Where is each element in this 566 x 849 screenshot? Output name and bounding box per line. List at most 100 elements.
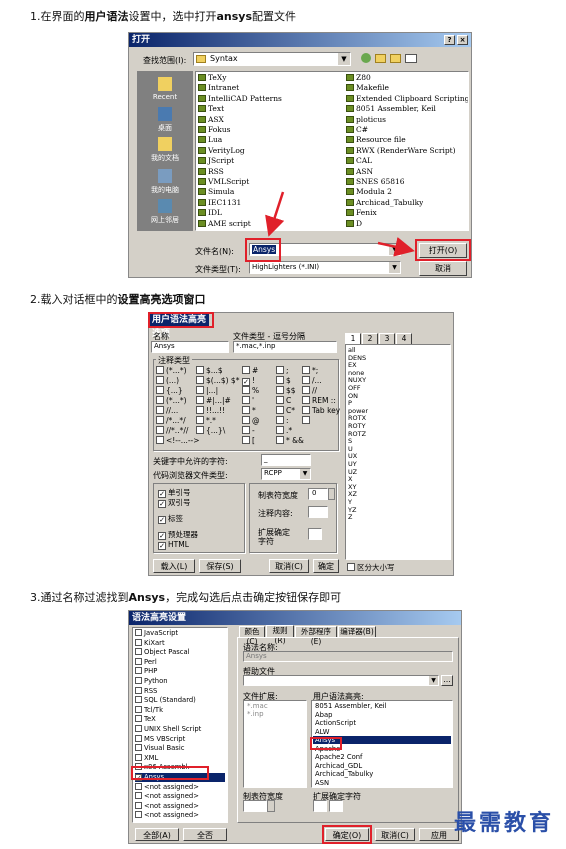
comment-checkbox[interactable]: # xyxy=(242,366,258,376)
cancel-button[interactable]: 取消(C) xyxy=(375,828,415,841)
checkbox-box[interactable] xyxy=(196,426,204,434)
checkbox-box[interactable] xyxy=(276,396,284,404)
checkbox-box[interactable] xyxy=(156,416,164,424)
checkbox-box[interactable]: ✓ xyxy=(242,378,250,386)
syntax-list-item[interactable]: PHP xyxy=(135,667,157,676)
syntax-list-item[interactable]: Perl xyxy=(135,657,157,667)
comment-checkbox[interactable]: @ xyxy=(242,416,260,426)
userdef-item[interactable]: Abap xyxy=(313,711,451,719)
syntax-list-item[interactable]: <not assigned> xyxy=(135,782,199,792)
syntax-list-item[interactable]: Python xyxy=(135,677,168,686)
comment-checkbox[interactable]: !!...!! xyxy=(196,406,225,416)
keyword-tab-2[interactable]: 2 xyxy=(362,333,378,344)
checkbox-box[interactable] xyxy=(196,396,204,404)
userdef-item[interactable]: Archicad_Tabulky xyxy=(313,770,451,778)
syntax-list-item[interactable]: JavaScript xyxy=(135,629,178,638)
comment-checkbox[interactable]: ✓! xyxy=(242,376,255,386)
comment-checkbox[interactable]: /*...*/ xyxy=(156,416,186,426)
keyword-item[interactable]: OFF xyxy=(348,385,361,392)
extchar-input-2[interactable] xyxy=(329,800,343,812)
comment-checkbox[interactable]: C* xyxy=(276,406,295,416)
option-checkbox[interactable]: ✓ HTML xyxy=(158,540,189,550)
syntax-name-input[interactable]: Ansys xyxy=(243,651,453,662)
comment-checkbox[interactable]: |...| xyxy=(196,386,218,396)
syntax-list-item[interactable]: KiXart xyxy=(135,638,165,648)
select-none-button[interactable]: 全否 xyxy=(183,828,227,841)
tabwidth-spinner[interactable] xyxy=(328,488,335,500)
comment-checkbox[interactable]: (*...*) xyxy=(156,396,187,406)
keyword-item[interactable]: ROTY xyxy=(348,423,366,430)
comment-content-input[interactable] xyxy=(308,506,328,518)
keyword-item[interactable]: UY xyxy=(348,461,357,468)
checkbox-box[interactable] xyxy=(135,753,142,761)
checkbox-box[interactable] xyxy=(156,436,164,444)
checkbox-box[interactable] xyxy=(276,406,284,414)
chevron-down-icon[interactable]: ▼ xyxy=(300,469,310,479)
checkbox-box[interactable] xyxy=(276,416,284,424)
keyword-item[interactable]: Y xyxy=(348,499,352,506)
checkbox-box[interactable]: ✓ xyxy=(158,490,166,498)
syntax-list-item[interactable]: Visual Basic xyxy=(135,744,184,753)
chevron-down-icon[interactable]: ▼ xyxy=(429,676,438,685)
syntax-list-item[interactable]: XML xyxy=(135,753,158,763)
checkbox-box[interactable] xyxy=(276,386,284,394)
comment-checkbox[interactable]: * && xyxy=(276,436,304,446)
checkbox-box[interactable] xyxy=(196,386,204,394)
checkbox-box[interactable] xyxy=(156,376,164,384)
comment-checkbox[interactable]: ; xyxy=(276,366,289,376)
userdef-item[interactable]: ALW xyxy=(313,728,451,736)
browse-button[interactable]: ... xyxy=(441,675,453,686)
comment-checkbox[interactable]: C xyxy=(276,396,291,406)
syntax-list-item[interactable]: Object Pascal xyxy=(135,648,190,657)
checkbox-box[interactable] xyxy=(242,416,250,424)
tab-colors[interactable]: 颜色(C) xyxy=(239,626,265,646)
checkbox-box[interactable] xyxy=(135,801,142,809)
syntax-list-item[interactable]: RSS xyxy=(135,686,157,696)
checkbox-box[interactable] xyxy=(242,386,250,394)
keyword-tab-1[interactable]: 1 xyxy=(345,333,361,344)
userdef-item[interactable]: 8051 Assembler, Keil xyxy=(313,702,451,710)
load-button[interactable]: 载入(L) xyxy=(153,559,195,573)
ok-button[interactable]: 确定 xyxy=(313,559,339,573)
checkbox-box[interactable] xyxy=(302,386,310,394)
tab-compiler[interactable]: 编译器(B) xyxy=(338,626,376,637)
checkbox-box[interactable] xyxy=(196,416,204,424)
tab-external[interactable]: 外部程序(E) xyxy=(295,626,337,646)
checkbox-box[interactable] xyxy=(196,366,204,374)
extchar-input[interactable] xyxy=(313,800,327,812)
select-all-button[interactable]: 全部(A) xyxy=(135,828,179,841)
comment-checkbox[interactable]: {...} xyxy=(156,386,183,396)
syntax-list-item[interactable]: SQL (Standard) xyxy=(135,696,196,705)
comment-checkbox[interactable]: * xyxy=(242,406,256,416)
option-checkbox[interactable]: ✓ 单引号 xyxy=(158,488,191,498)
checkbox-box[interactable] xyxy=(135,629,142,636)
checkbox-box[interactable] xyxy=(135,667,142,675)
checkbox-box[interactable] xyxy=(135,705,142,713)
tabwidth-input[interactable] xyxy=(243,800,267,812)
ftype-input[interactable]: *.mac,*.inp xyxy=(233,341,337,353)
syntax-list-item[interactable]: MS VBScript xyxy=(135,734,185,744)
comment-checkbox[interactable]: (...) xyxy=(156,376,179,386)
comment-checkbox[interactable] xyxy=(302,416,312,426)
keyword-tab-4[interactable]: 4 xyxy=(396,333,412,344)
option-checkbox[interactable]: ✓ 预处理器 xyxy=(158,530,198,540)
comment-checkbox[interactable]: $$ xyxy=(276,386,296,396)
checkbox-box[interactable] xyxy=(135,734,142,742)
checkbox-box[interactable] xyxy=(302,416,310,424)
checkbox-box[interactable]: ✓ xyxy=(158,500,166,508)
checkbox-box[interactable] xyxy=(135,696,142,704)
checkbox-box[interactable]: ✓ xyxy=(158,542,166,550)
tab-rules[interactable]: 规则(R) xyxy=(266,625,294,645)
comment-checkbox[interactable]: *.* xyxy=(196,416,216,426)
checkbox-box[interactable] xyxy=(156,426,164,434)
comment-checkbox[interactable]: $ xyxy=(276,376,291,386)
keyword-item[interactable]: all xyxy=(348,347,356,354)
comment-checkbox[interactable]: {...}\ xyxy=(196,426,225,436)
checkbox-box[interactable] xyxy=(135,677,142,684)
comment-checkbox[interactable]: ' xyxy=(242,396,254,406)
comment-checkbox[interactable]: // xyxy=(302,386,317,396)
comment-checkbox[interactable]: $(...$) $* xyxy=(196,376,239,386)
checkbox-box[interactable] xyxy=(276,426,284,434)
checkbox-box[interactable] xyxy=(242,406,250,414)
case-sensitive-checkbox[interactable]: 区分大小写 xyxy=(347,563,395,573)
